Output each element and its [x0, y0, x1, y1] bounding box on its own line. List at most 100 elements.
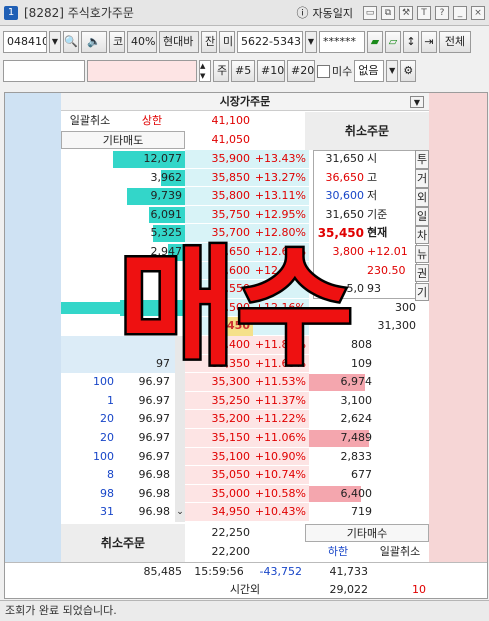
- market-badge[interactable]: 코: [109, 31, 125, 53]
- chevron-down-icon[interactable]: ▼: [410, 96, 424, 108]
- ask-price[interactable]: 35,900: [185, 150, 253, 169]
- search-icon[interactable]: 🔍: [63, 31, 79, 53]
- balance-button[interactable]: 잔: [201, 31, 217, 53]
- ask-price[interactable]: 35,650: [185, 243, 253, 262]
- duplicate-icon[interactable]: ⧉: [381, 5, 395, 20]
- account-input[interactable]: 5622-5343: [237, 31, 303, 53]
- side-tab[interactable]: 권: [415, 263, 429, 283]
- bid-price[interactable]: 35,300: [185, 373, 253, 392]
- qty-10-button[interactable]: #10: [257, 60, 285, 82]
- chart-down-icon[interactable]: ▱: [385, 31, 401, 53]
- bid-qty[interactable]: 719: [309, 503, 375, 522]
- password-input[interactable]: ******: [319, 31, 365, 53]
- ask-qty[interactable]: 6,091: [113, 206, 185, 225]
- chevron-down-icon[interactable]: ▼: [305, 31, 317, 53]
- stock-code-input[interactable]: 048410: [3, 31, 47, 53]
- ask-qty[interactable]: 3,962: [113, 169, 185, 188]
- scrollbar[interactable]: [175, 336, 185, 522]
- bulk-cancel-button-2[interactable]: 일괄취소: [371, 543, 429, 561]
- bid-price[interactable]: 35,350: [185, 354, 253, 374]
- text-icon[interactable]: T: [417, 5, 431, 20]
- chevron-down-icon[interactable]: ▼: [386, 60, 399, 82]
- side-tab[interactable]: 투: [415, 150, 429, 169]
- cancel-order-bottom[interactable]: 취소주문: [61, 524, 185, 562]
- ask-qty[interactable]: [113, 317, 185, 336]
- side-tab[interactable]: 거: [415, 168, 429, 188]
- other-sell-price[interactable]: 41,050: [185, 131, 253, 149]
- sell-entry-column[interactable]: [5, 93, 61, 524]
- bid-price[interactable]: 35,100: [185, 447, 253, 467]
- other-sell-button[interactable]: 기타매도: [61, 131, 185, 149]
- bid-qty[interactable]: 808: [309, 336, 375, 355]
- updown-arrow-icon[interactable]: ↕: [403, 31, 419, 53]
- ask-qty[interactable]: 5,325: [113, 224, 185, 243]
- gear-icon[interactable]: ⚙: [400, 60, 417, 82]
- speaker-icon[interactable]: 🔈: [81, 31, 107, 53]
- help-icon[interactable]: ?: [435, 5, 449, 20]
- ask-price[interactable]: 35,500: [185, 298, 253, 318]
- ask-price[interactable]: 35,850: [185, 168, 253, 188]
- bid-change-rate: +11.37%: [253, 391, 309, 411]
- upper-limit-price[interactable]: 41,100: [185, 112, 253, 130]
- buy-entry-column[interactable]: [429, 93, 487, 524]
- bid-price[interactable]: 35,150: [185, 429, 253, 448]
- bid-qty[interactable]: 2,624: [309, 410, 375, 429]
- bulk-cancel-button[interactable]: 일괄취소: [61, 112, 119, 130]
- checkbox-icon[interactable]: [317, 64, 330, 78]
- bid-qty[interactable]: 6,400: [309, 485, 375, 504]
- current-price-left[interactable]: 450: [219, 317, 253, 336]
- ask-price[interactable]: 35,550: [185, 280, 253, 299]
- bid-count: 100: [93, 375, 114, 389]
- field-blank-2[interactable]: [87, 60, 197, 82]
- all-button[interactable]: 전체: [439, 31, 471, 53]
- close-icon[interactable]: ×: [471, 5, 485, 20]
- ask-qty[interactable]: 2,947: [113, 243, 185, 262]
- field-blank-1[interactable]: [3, 60, 85, 82]
- export-icon[interactable]: ⇥: [421, 31, 437, 53]
- market-order-header[interactable]: 시장가주문: [61, 93, 429, 111]
- bid-price[interactable]: 34,950: [185, 503, 253, 522]
- ask-price[interactable]: 35,800: [185, 187, 253, 206]
- side-tab[interactable]: 뉴: [415, 244, 429, 264]
- ask-price[interactable]: 35,700: [185, 224, 253, 243]
- qty-20-button[interactable]: #20: [287, 60, 315, 82]
- bid-qty[interactable]: 677: [309, 466, 375, 485]
- ask-price[interactable]: 35,600: [185, 261, 253, 281]
- ask-qty[interactable]: 9,739: [113, 187, 185, 206]
- bid-qty[interactable]: 3,100: [309, 392, 375, 411]
- bid-qty[interactable]: 7,489: [309, 429, 375, 448]
- ask-qty[interactable]: 12,077: [113, 150, 185, 169]
- option-select[interactable]: 없음: [354, 60, 385, 82]
- restore-icon[interactable]: ▭: [363, 5, 377, 20]
- bid-qty[interactable]: 109: [309, 355, 375, 374]
- ask-qty[interactable]: [113, 280, 185, 299]
- bid-qty[interactable]: 6,974: [309, 373, 375, 392]
- side-tab[interactable]: 일: [415, 206, 429, 226]
- chevron-down-icon[interactable]: ▼: [49, 31, 61, 53]
- bid-price[interactable]: 35,250: [185, 391, 253, 411]
- tools-icon[interactable]: ⚒: [399, 5, 413, 20]
- info-circle-icon[interactable]: ⓘ: [297, 4, 309, 21]
- side-tab[interactable]: 기: [415, 282, 429, 302]
- bid-qty[interactable]: 2,833: [309, 448, 375, 467]
- ask-qty[interactable]: [113, 299, 185, 318]
- bid-price[interactable]: 35,000: [185, 484, 253, 504]
- cancel-order-top[interactable]: 취소주문: [305, 112, 429, 150]
- bid-price[interactable]: 35,200: [185, 410, 253, 429]
- unfilled-button[interactable]: 미: [219, 31, 235, 53]
- auto-journal-label[interactable]: 자동일지: [313, 5, 353, 21]
- chevron-down-icon[interactable]: ⌄: [175, 503, 185, 522]
- stepper-icon[interactable]: ▲ ▼: [199, 60, 211, 82]
- bid-price[interactable]: 35,050: [185, 466, 253, 485]
- qty-5-button[interactable]: #5: [231, 60, 255, 82]
- side-tab[interactable]: 차: [415, 225, 429, 245]
- ask-qty[interactable]: [113, 262, 185, 281]
- other-buy-button[interactable]: 기타매수: [305, 524, 429, 542]
- minimize-icon[interactable]: _: [453, 5, 467, 20]
- misu-checkbox[interactable]: 미수: [317, 63, 352, 79]
- bid-price[interactable]: 35,400: [185, 336, 253, 355]
- ask-price[interactable]: 35,750: [185, 205, 253, 225]
- side-tab[interactable]: 외: [415, 187, 429, 207]
- chart-up-icon[interactable]: ▰: [367, 31, 383, 53]
- window-number: 1: [4, 5, 18, 20]
